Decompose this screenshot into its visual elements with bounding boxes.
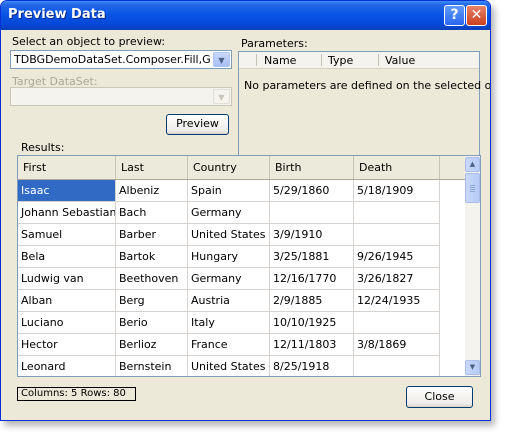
parameters-column-type[interactable]: Type (328, 54, 353, 67)
cell-birth[interactable]: 12/11/1803 (270, 334, 354, 356)
cell-first[interactable]: Leonard (18, 356, 116, 376)
cell-first[interactable]: Alban (18, 290, 116, 312)
scroll-down-icon[interactable]: ▼ (465, 360, 480, 375)
cell-last[interactable]: Bartok (116, 246, 188, 268)
cell-last[interactable]: Berio (116, 312, 188, 334)
object-select-dropdown[interactable]: TDBGDemoDataSet.Composer.Fill,GetData ▼ (10, 50, 232, 69)
cell-last[interactable]: Berlioz (116, 334, 188, 356)
window-title: Preview Data (8, 7, 106, 22)
column-separator (321, 54, 322, 66)
cell-last[interactable]: Beethoven (116, 268, 188, 290)
cell-birth[interactable]: 12/16/1770 (270, 268, 354, 290)
cell-last[interactable]: Berg (116, 290, 188, 312)
results-grid-header: First Last Country Birth Death (18, 156, 465, 180)
cell-death[interactable]: 3/26/1827 (354, 268, 440, 290)
results-grid[interactable]: First Last Country Birth Death Isaac Albeniz S… (17, 155, 481, 377)
object-select-label: Select an object to preview: (12, 35, 166, 48)
cell-death[interactable]: 12/24/1935 (354, 290, 440, 312)
cell-last[interactable]: Bernstein (116, 356, 188, 376)
cell-country[interactable]: United States (188, 224, 270, 246)
object-select-value: TDBGDemoDataSet.Composer.Fill,GetData (14, 53, 211, 66)
close-window-button[interactable]: ✕ (466, 5, 487, 26)
parameters-column-name[interactable]: Name (264, 54, 296, 67)
parameters-header: Name Type Value (239, 52, 479, 69)
cell-death[interactable]: 3/8/1869 (354, 334, 440, 356)
cell-last[interactable]: Bach (116, 202, 188, 224)
cell-first[interactable]: Isaac (18, 180, 116, 202)
cell-birth[interactable]: 5/29/1860 (270, 180, 354, 202)
cell-death[interactable] (354, 202, 440, 224)
cell-death[interactable]: 5/18/1909 (354, 180, 440, 202)
table-row[interactable]: Hector Berlioz France 12/11/1803 3/8/1869 (18, 334, 440, 356)
vertical-scrollbar[interactable]: ▲ ▼ (465, 156, 480, 376)
column-header-country[interactable]: Country (188, 156, 270, 179)
cell-country[interactable]: Germany (188, 202, 270, 224)
table-row[interactable]: Luciano Berio Italy 10/10/1925 (18, 312, 440, 334)
column-header-birth[interactable]: Birth (270, 156, 354, 179)
thumb-grip (470, 185, 475, 186)
cell-birth[interactable]: 3/25/1881 (270, 246, 354, 268)
cell-birth[interactable]: 3/9/1910 (270, 224, 354, 246)
parameters-label: Parameters: (241, 37, 308, 50)
cell-country[interactable]: Spain (188, 180, 270, 202)
title-bar[interactable]: Preview Data ? ✕ (1, 1, 490, 30)
preview-button[interactable]: Preview (166, 114, 229, 135)
column-header-last[interactable]: Last (116, 156, 188, 179)
cell-birth[interactable]: 10/10/1925 (270, 312, 354, 334)
cell-first[interactable]: Luciano (18, 312, 116, 334)
table-row[interactable]: Bela Bartok Hungary 3/25/1881 9/26/1945 (18, 246, 440, 268)
status-summary: Columns: 5 Rows: 80 (17, 387, 136, 401)
cell-country[interactable]: United States (188, 356, 270, 376)
cell-country[interactable]: France (188, 334, 270, 356)
cell-first[interactable]: Bela (18, 246, 116, 268)
results-label: Results: (21, 141, 65, 154)
table-row[interactable]: Ludwig van Beethoven Germany 12/16/1770 3/26… (18, 268, 440, 290)
cell-country[interactable]: Hungary (188, 246, 270, 268)
close-button[interactable]: Close (406, 386, 473, 408)
parameters-column-value[interactable]: Value (385, 54, 415, 67)
thumb-grip (470, 187, 475, 188)
table-row[interactable]: Johann Sebastian Bach Germany (18, 202, 440, 224)
thumb-grip (470, 189, 475, 190)
cell-death[interactable]: 9/26/1945 (354, 246, 440, 268)
table-row[interactable]: Leonard Bernstein United States 8/25/1918 (18, 356, 440, 376)
column-header-first[interactable]: First (18, 156, 116, 179)
cell-death[interactable] (354, 312, 440, 334)
parameters-empty-message: No parameters are defined on the selecte… (244, 79, 491, 92)
cell-birth[interactable]: 2/9/1885 (270, 290, 354, 312)
cell-first[interactable]: Hector (18, 334, 116, 356)
cell-death[interactable] (354, 356, 440, 376)
preview-data-dialog: Preview Data ? ✕ Select an object to pre… (0, 0, 491, 421)
cell-last[interactable]: Barber (116, 224, 188, 246)
table-row[interactable]: Alban Berg Austria 2/9/1885 12/24/1935 (18, 290, 440, 312)
cell-country[interactable]: Germany (188, 268, 270, 290)
table-row[interactable]: Isaac Albeniz Spain 5/29/1860 5/18/1909 (18, 180, 440, 202)
cell-death[interactable] (354, 224, 440, 246)
cell-country[interactable]: Italy (188, 312, 270, 334)
target-dataset-dropdown: ▼ (10, 87, 232, 106)
scrollbar-thumb[interactable] (465, 173, 480, 203)
cell-last[interactable]: Albeniz (116, 180, 188, 202)
cell-first[interactable]: Johann Sebastian (18, 202, 116, 224)
chevron-down-icon: ▼ (213, 89, 230, 104)
chevron-down-icon[interactable]: ▼ (213, 52, 230, 67)
column-separator (256, 54, 257, 66)
column-header-filler (440, 156, 465, 179)
scroll-up-icon[interactable]: ▲ (465, 157, 480, 172)
cell-first[interactable]: Samuel (18, 224, 116, 246)
cell-first[interactable]: Ludwig van (18, 268, 116, 290)
column-header-death[interactable]: Death (354, 156, 440, 179)
cell-country[interactable]: Austria (188, 290, 270, 312)
column-separator (378, 54, 379, 66)
thumb-grip (470, 191, 475, 192)
help-button[interactable]: ? (444, 5, 465, 26)
table-row[interactable]: Samuel Barber United States 3/9/1910 (18, 224, 440, 246)
cell-birth[interactable]: 8/25/1918 (270, 356, 354, 376)
cell-birth[interactable] (270, 202, 354, 224)
